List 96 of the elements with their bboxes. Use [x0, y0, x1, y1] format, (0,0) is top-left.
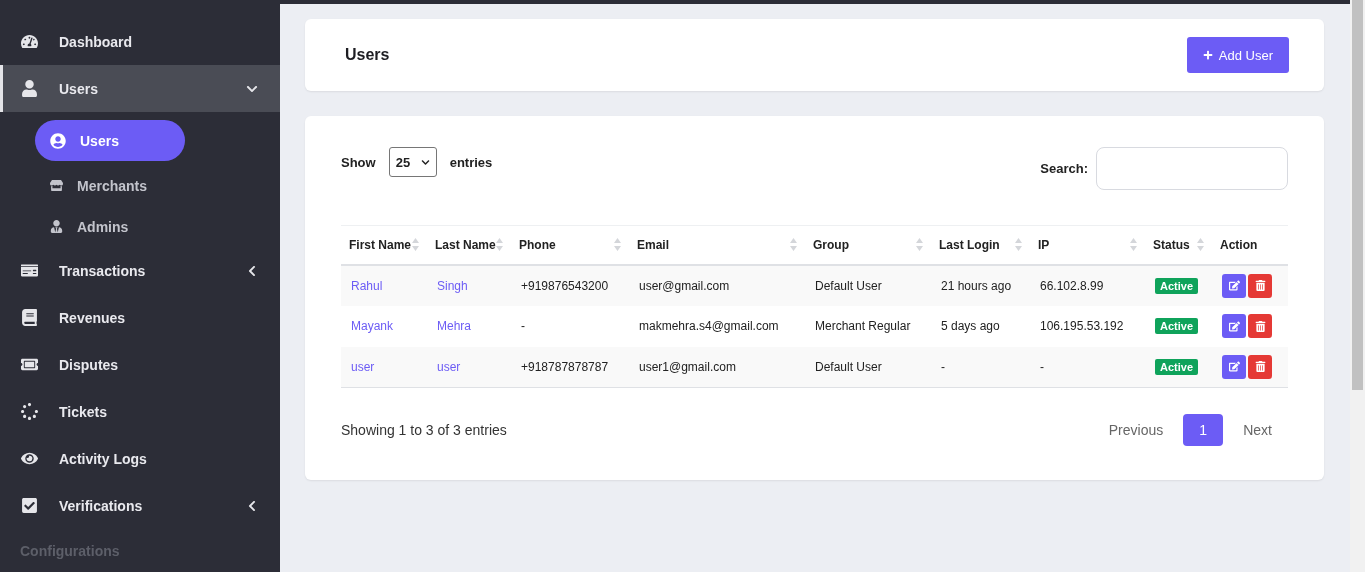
next-link[interactable]: Next [1227, 414, 1288, 446]
column-header[interactable]: Action [1212, 225, 1288, 265]
sort-icon [790, 238, 797, 252]
scrollbar[interactable] [1350, 0, 1365, 572]
table-cell: 5 days ago [931, 305, 1030, 347]
gauge-icon [21, 33, 38, 50]
submenu-item[interactable]: Admins [35, 206, 185, 247]
column-header[interactable]: Last Name [427, 225, 511, 265]
store-icon [50, 179, 63, 192]
table-cell: Default User [805, 346, 931, 388]
add-user-button[interactable]: Add User [1186, 37, 1289, 73]
search-field[interactable] [1096, 147, 1288, 190]
name-link[interactable]: Mayank [341, 305, 427, 347]
name-link[interactable]: Rahul [341, 264, 427, 306]
sort-icon [1015, 238, 1022, 252]
delete-button[interactable] [1248, 273, 1272, 298]
sidebar-item[interactable]: Revenues [0, 294, 280, 341]
sidebar-item-label: Activity Logs [59, 450, 148, 467]
name-link[interactable]: user [341, 346, 427, 388]
table-cell: - [511, 305, 629, 347]
edit-button[interactable] [1222, 273, 1246, 298]
sidebar-item[interactable]: Dashboard [0, 18, 280, 65]
status-badge: Active [1155, 318, 1199, 334]
card-icon [21, 262, 38, 279]
page-title: Users [345, 46, 390, 64]
sidebar-item-label: Users [59, 80, 99, 97]
show-label: Show [341, 154, 376, 170]
page-size-select[interactable]: 25 [388, 147, 437, 177]
sidebar-item-label: Revenues [59, 309, 127, 326]
delete-button[interactable] [1248, 314, 1272, 338]
column-header[interactable]: IP [1030, 225, 1145, 265]
table-cell: +918787878787 [511, 346, 629, 388]
column-header[interactable]: Group [805, 225, 931, 265]
sort-icon [1197, 238, 1204, 252]
search-label: Search: [1040, 161, 1088, 176]
page-number[interactable]: 1 [1183, 414, 1224, 446]
name-link[interactable]: Mehra [427, 305, 511, 347]
sort-icon [614, 238, 621, 252]
table-cell: Default User [805, 264, 931, 306]
sidebar-item[interactable]: Tickets [0, 388, 280, 435]
spinner-icon [21, 403, 38, 420]
edit-button[interactable] [1222, 354, 1246, 379]
trash-icon [1254, 280, 1266, 291]
table-cell: 66.102.8.99 [1030, 264, 1145, 306]
edit-button[interactable] [1222, 314, 1246, 338]
ticket-icon [21, 356, 38, 373]
entries-info: Showing 1 to 3 of 3 entries [341, 422, 507, 438]
person-icon [50, 220, 63, 233]
table-cell: 21 hours ago [931, 264, 1030, 306]
sidebar-item[interactable]: Transactions [0, 247, 280, 294]
edit-icon [1228, 320, 1240, 332]
table-cell: 106.195.53.192 [1030, 305, 1145, 347]
sidebar-item-label: Tickets [59, 403, 108, 420]
status-badge: Active [1155, 358, 1199, 375]
column-header[interactable]: Email [629, 225, 805, 265]
sort-icon [412, 238, 419, 252]
sidebar-item[interactable]: Verifications [0, 482, 280, 529]
column-header[interactable]: Status [1145, 225, 1212, 265]
sort-icon [1130, 238, 1137, 252]
column-header[interactable]: Phone [511, 225, 629, 265]
table-cell: user@gmail.com [629, 264, 805, 306]
table-cell: user1@gmail.com [629, 346, 805, 388]
column-header[interactable]: First Name [341, 225, 427, 265]
trash-icon [1254, 361, 1266, 373]
name-link[interactable]: Singh [427, 264, 511, 306]
checkbox-icon [21, 497, 38, 514]
table-cell: +919876543200 [511, 264, 629, 306]
table-cell: makmehra.s4@gmail.com [629, 305, 805, 347]
name-link[interactable]: user [427, 346, 511, 388]
sidebar-item[interactable]: Disputes [0, 341, 280, 388]
sidebar-item-label: Dashboard [59, 33, 134, 50]
table-cell: Merchant Regular [805, 305, 931, 347]
previous-link[interactable]: Previous [1092, 414, 1180, 446]
table-cell: - [1030, 346, 1145, 388]
eye-icon [21, 450, 38, 467]
sort-icon [496, 238, 503, 252]
chevron-down-icon [420, 157, 430, 167]
sidebar-item-label: Transactions [59, 262, 147, 279]
submenu-item[interactable]: Users [35, 120, 185, 161]
plus-icon [1202, 50, 1213, 60]
trash-icon [1254, 320, 1266, 332]
edit-icon [1228, 361, 1240, 373]
table-cell: - [931, 346, 1030, 388]
sidebar-item[interactable]: Activity Logs [0, 435, 280, 482]
column-header[interactable]: Last Login [931, 225, 1030, 265]
book-icon [21, 309, 38, 326]
delete-button[interactable] [1248, 354, 1272, 379]
sidebar-item[interactable]: Users [0, 65, 280, 112]
submenu-item[interactable]: Merchants [35, 165, 185, 206]
sidebar-item-label: Disputes [59, 356, 120, 373]
user-icon [21, 80, 38, 97]
sort-icon [916, 238, 923, 252]
entries-label: entries [449, 154, 493, 170]
edit-icon [1228, 280, 1240, 291]
status-badge: Active [1155, 277, 1199, 294]
sidebar-item-label: Verifications [59, 497, 144, 514]
